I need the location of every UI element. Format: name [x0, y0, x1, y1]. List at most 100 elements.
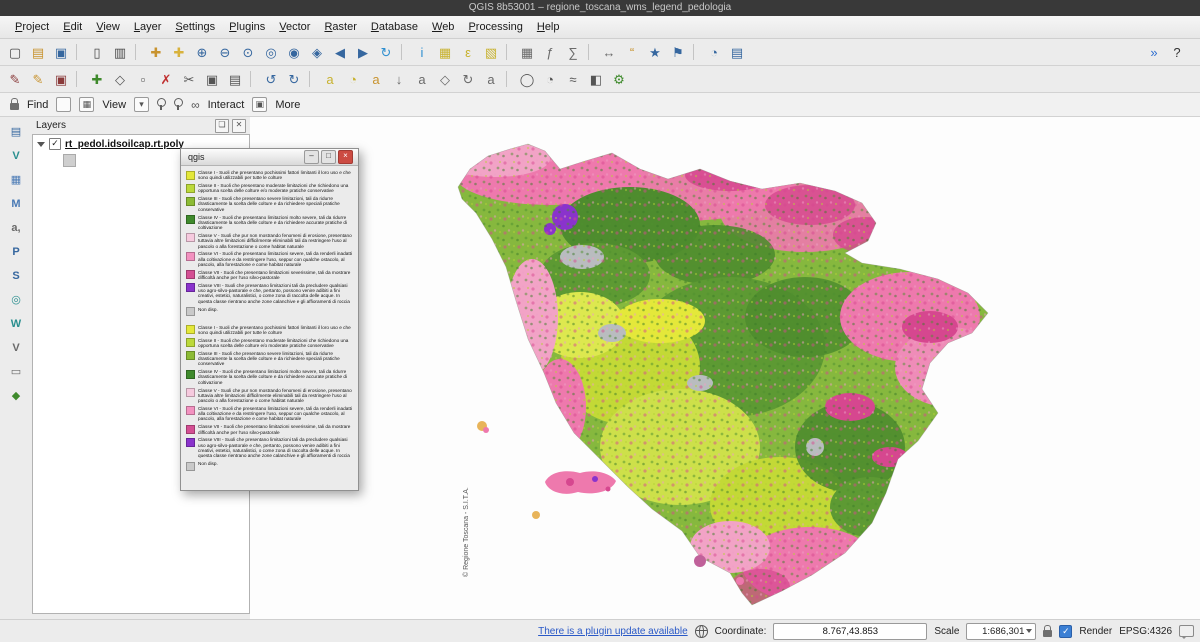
delete-selected-icon[interactable]: ✗ — [155, 68, 177, 90]
deselect-features-icon[interactable]: ▧ — [480, 41, 502, 63]
add-spatialite-layer-icon[interactable]: S — [4, 265, 28, 287]
refresh-map-icon[interactable]: ↻ — [375, 41, 397, 63]
panel-options-icon[interactable]: ❏ — [215, 119, 229, 133]
processing-toolbox-icon[interactable]: ⚙ — [608, 68, 630, 90]
legend-dialog-titlebar[interactable]: qgis – □ × — [181, 149, 358, 166]
add-part-icon[interactable]: ◔ — [539, 68, 561, 90]
temporal-controller-icon[interactable]: ◔ — [703, 41, 725, 63]
move-feature-icon[interactable]: ◇ — [109, 68, 131, 90]
menu-settings[interactable]: Settings — [168, 21, 222, 33]
map-tips-icon[interactable]: “ — [621, 41, 643, 63]
add-feature-icon[interactable]: ✚ — [86, 68, 108, 90]
new-bookmark-icon[interactable]: ★ — [644, 41, 666, 63]
pin-unpin-labels-icon[interactable]: ↓ — [388, 68, 410, 90]
zoom-in-icon[interactable]: ⊕ — [191, 41, 213, 63]
menu-project[interactable]: Project — [8, 21, 56, 33]
pan-to-selection-icon[interactable]: ✚ — [168, 41, 190, 63]
add-mesh-layer-icon[interactable]: M — [4, 193, 28, 215]
log-messages-icon[interactable] — [1179, 625, 1194, 637]
menu-vector[interactable]: Vector — [272, 21, 317, 33]
new-shapefile-layer-icon[interactable]: ▭ — [4, 361, 28, 383]
add-raster-layer-icon[interactable]: ▦ — [4, 169, 28, 191]
save-project-icon[interactable]: ▣ — [50, 41, 72, 63]
map-canvas[interactable]: © Regione Toscana - S.I.T.A. — [250, 117, 1200, 620]
zoom-last-icon[interactable]: ◀ — [329, 41, 351, 63]
menu-plugins[interactable]: Plugins — [222, 21, 272, 33]
new-print-layout-icon[interactable]: ▯ — [86, 41, 108, 63]
add-wfs-layer-icon[interactable]: W — [4, 313, 28, 335]
scale-combo[interactable]: 1:686,301 — [966, 623, 1036, 640]
add-ring-icon[interactable]: ◯ — [516, 68, 538, 90]
layout-manager-icon[interactable]: ▥ — [109, 41, 131, 63]
measure-line-icon[interactable]: ↔ — [598, 41, 620, 63]
field-calculator-icon[interactable]: ƒ — [539, 41, 561, 63]
view-dropdown[interactable]: ▾ — [134, 97, 149, 112]
reshape-features-icon[interactable]: ≈ — [562, 68, 584, 90]
minimize-button[interactable]: – — [304, 150, 319, 164]
menu-web[interactable]: Web — [425, 21, 461, 33]
menu-raster[interactable]: Raster — [317, 21, 363, 33]
menu-view[interactable]: View — [89, 21, 127, 33]
coordinate-input[interactable] — [773, 623, 927, 640]
layer-checkbox[interactable] — [49, 138, 61, 150]
python-console-icon[interactable]: » — [1143, 41, 1165, 63]
zoom-to-selection-icon[interactable]: ◉ — [283, 41, 305, 63]
add-vector-layer-icon[interactable]: V — [4, 145, 28, 167]
panel-close-icon[interactable]: ✕ — [232, 119, 246, 133]
change-label-icon[interactable]: a — [480, 68, 502, 90]
link-icon[interactable]: ∞ — [191, 98, 200, 112]
statistical-summary-icon[interactable]: ∑ — [562, 41, 584, 63]
plugin-update-link[interactable]: There is a plugin update available — [538, 626, 688, 637]
add-wms-layer-icon[interactable]: ◎ — [4, 289, 28, 311]
show-hide-labels-icon[interactable]: a — [411, 68, 433, 90]
rotate-label-icon[interactable]: ↻ — [457, 68, 479, 90]
interact-icon[interactable]: ▣ — [252, 97, 267, 112]
zoom-native-icon[interactable]: ⊙ — [237, 41, 259, 63]
copy-features-icon[interactable]: ▣ — [201, 68, 223, 90]
cut-features-icon[interactable]: ✂ — [178, 68, 200, 90]
more-label[interactable]: More — [275, 99, 300, 111]
menu-edit[interactable]: Edit — [56, 21, 89, 33]
add-delimited-text-layer-icon[interactable]: a, — [4, 217, 28, 239]
open-data-source-manager-icon[interactable]: ▤ — [4, 121, 28, 143]
show-bookmarks-icon[interactable]: ⚑ — [667, 41, 689, 63]
undo-icon[interactable]: ↺ — [260, 68, 282, 90]
add-postgis-layer-icon[interactable]: P — [4, 241, 28, 263]
paste-features-icon[interactable]: ▤ — [224, 68, 246, 90]
current-edits-icon[interactable]: ✎ — [4, 68, 26, 90]
zoom-next-icon[interactable]: ▶ — [352, 41, 374, 63]
render-checkbox[interactable] — [1059, 625, 1072, 638]
zoom-out-icon[interactable]: ⊖ — [214, 41, 236, 63]
pin-icon[interactable] — [157, 98, 166, 107]
menu-help[interactable]: Help — [530, 21, 567, 33]
open-attribute-table-icon[interactable]: ▦ — [516, 41, 538, 63]
crs-indicator[interactable]: EPSG:4326 — [1119, 626, 1172, 637]
menu-processing[interactable]: Processing — [461, 21, 529, 33]
move-label-icon[interactable]: ◇ — [434, 68, 456, 90]
layer-labeling-icon[interactable]: a — [319, 68, 341, 90]
globe-icon[interactable] — [695, 625, 708, 638]
select-features-icon[interactable]: ▦ — [434, 41, 456, 63]
add-virtual-layer-icon[interactable]: V — [4, 337, 28, 359]
save-layer-edits-icon[interactable]: ▣ — [50, 68, 72, 90]
layer-name[interactable]: rt_pedol.idsoilcap.rt.poly — [65, 139, 184, 150]
open-project-icon[interactable]: ▤ — [27, 41, 49, 63]
zoom-full-icon[interactable]: ◎ — [260, 41, 282, 63]
new-geopackage-layer-icon[interactable]: ◆ — [4, 385, 28, 407]
highlight-pinned-labels-icon[interactable]: a — [365, 68, 387, 90]
pin-alt-icon[interactable] — [174, 98, 183, 107]
expand-arrow-icon[interactable] — [37, 142, 45, 147]
scale-lock-icon[interactable] — [1043, 630, 1052, 637]
menu-layer[interactable]: Layer — [127, 21, 169, 33]
vertex-tool-icon[interactable]: ▫ — [132, 68, 154, 90]
select-by-expression-icon[interactable]: ε — [457, 41, 479, 63]
find-input[interactable] — [56, 97, 71, 112]
menu-database[interactable]: Database — [364, 21, 425, 33]
identify-features-icon[interactable]: i — [411, 41, 433, 63]
toggle-editing-icon[interactable]: ✎ — [27, 68, 49, 90]
grid-icon[interactable]: ▦ — [79, 97, 94, 112]
whats-this-icon[interactable]: ? — [1166, 41, 1188, 63]
zoom-to-layer-icon[interactable]: ◈ — [306, 41, 328, 63]
pan-map-icon[interactable]: ✚ — [145, 41, 167, 63]
open-layer-styling-icon[interactable]: ◧ — [585, 68, 607, 90]
